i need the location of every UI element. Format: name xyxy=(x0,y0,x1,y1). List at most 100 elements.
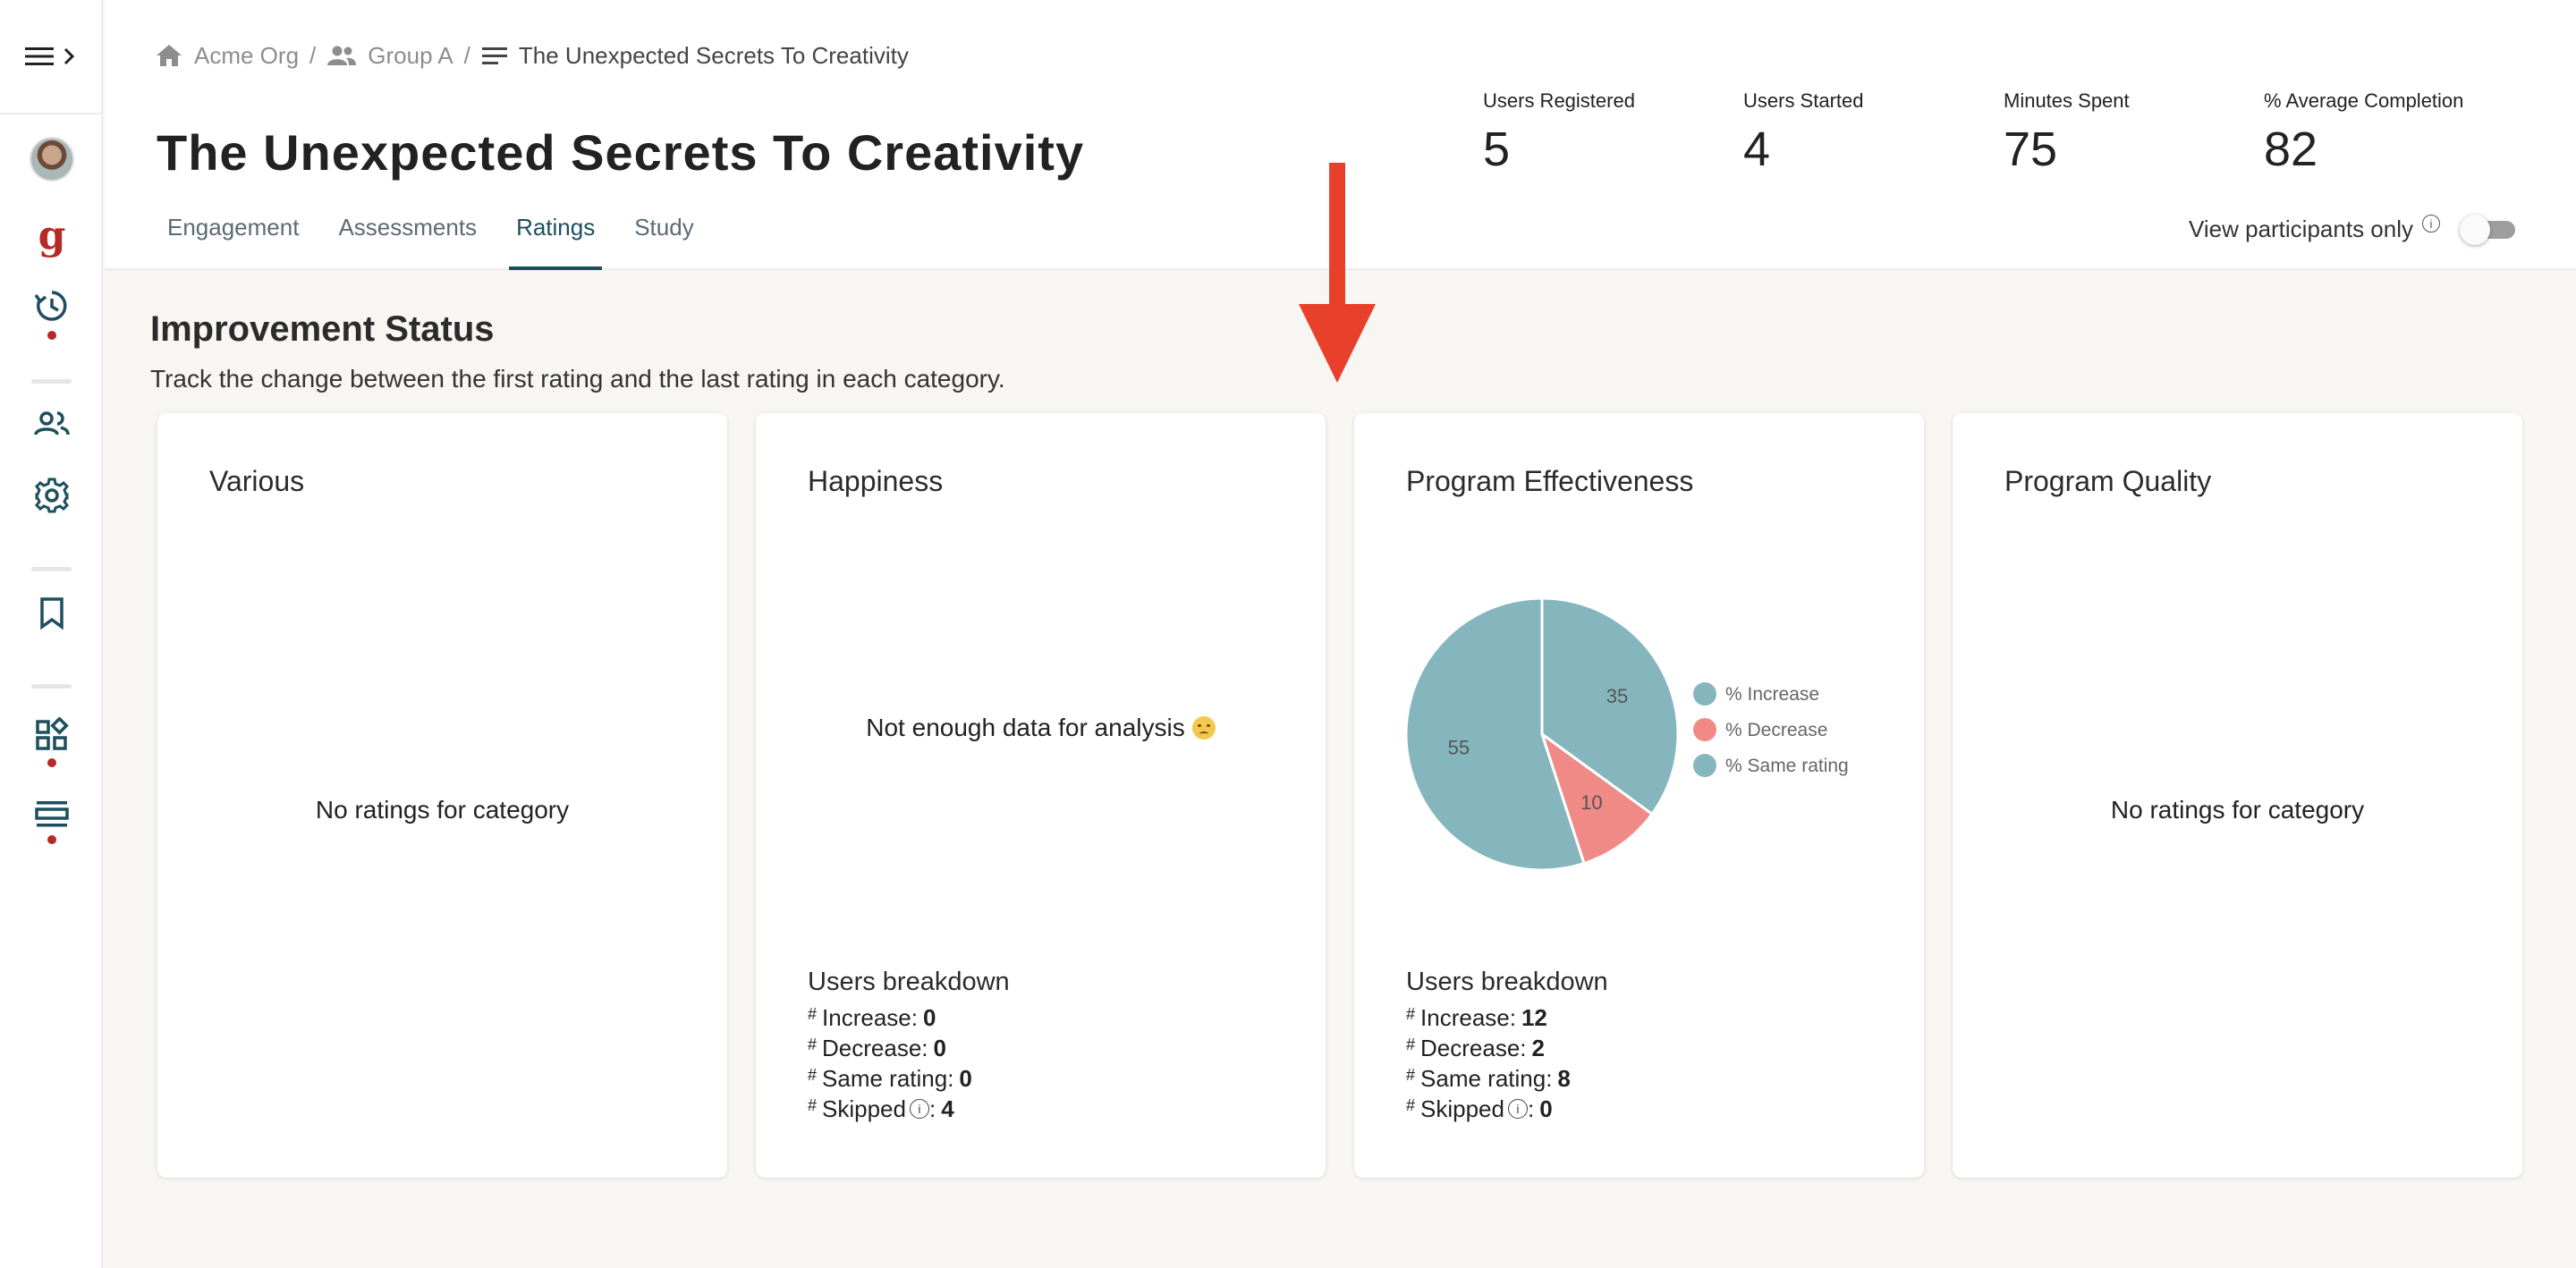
avatar xyxy=(30,137,74,182)
breakdown-label: Increase: xyxy=(1420,1003,1516,1031)
hash-mark: # xyxy=(1406,1095,1416,1114)
breakdown-same: # Same rating: 8 xyxy=(1406,1063,1608,1094)
breakdown-title: Users breakdown xyxy=(808,968,1010,996)
breadcrumb-label: The Unexpected Secrets To Creativity xyxy=(518,41,909,69)
info-icon[interactable]: i xyxy=(909,1099,929,1119)
breakdown-label: Same rating: xyxy=(822,1064,954,1092)
breakdown-title: Users breakdown xyxy=(1406,968,1608,996)
notification-dot xyxy=(47,835,56,844)
breakdown-skipped: # Skipped i:0 xyxy=(1406,1095,1553,1122)
bookmark-icon xyxy=(40,597,64,630)
breakdown-increase: # Increase: 12 xyxy=(1406,1002,1608,1033)
sidebar-item-settings[interactable] xyxy=(25,469,79,522)
empty-state-text: No ratings for category xyxy=(315,796,570,824)
list-view-icon xyxy=(35,801,69,827)
group-icon xyxy=(327,46,357,65)
annotation-arrow xyxy=(1299,163,1376,383)
legend-label[interactable]: % Same rating xyxy=(1725,756,1849,776)
info-icon[interactable]: i xyxy=(2422,215,2440,232)
svg-text:g: g xyxy=(38,216,66,258)
breakdown-label: Skipped xyxy=(822,1095,906,1122)
hash-mark: # xyxy=(1406,1065,1416,1084)
breakdown-skipped: # Skipped i:4 xyxy=(808,1095,954,1122)
sidebar-item-bookmark[interactable] xyxy=(25,587,79,640)
section-subtitle: Track the change between the first ratin… xyxy=(150,365,1005,393)
stat-label: Users Registered xyxy=(1483,89,1635,112)
breadcrumb-item-group[interactable]: Group A xyxy=(326,42,453,70)
card-title: Program Quality xyxy=(2004,465,2212,497)
hash-mark: # xyxy=(808,1095,818,1114)
empty-state-text: No ratings for category xyxy=(2110,796,2365,824)
hash-mark: # xyxy=(808,1004,818,1023)
breakdown-label: Increase: xyxy=(822,1003,918,1031)
chevron-right-icon xyxy=(64,47,75,65)
tab-assessments[interactable]: Assessments xyxy=(331,209,484,270)
breakdown-label: Same rating: xyxy=(1420,1064,1553,1092)
history-icon xyxy=(34,291,67,321)
legend-swatch xyxy=(1693,682,1716,706)
page-title: The Unexpected Secrets To Creativity xyxy=(157,124,1085,181)
no-data-text: Not enough data for analysis xyxy=(866,714,1185,741)
breakdown-value: 12 xyxy=(1521,1003,1547,1031)
stat-value: 4 xyxy=(1743,123,1771,176)
hash-mark: # xyxy=(808,1065,818,1084)
sidebar-item-history[interactable] xyxy=(25,279,79,333)
sad-face-icon xyxy=(1191,716,1216,740)
breakdown-value: 0 xyxy=(959,1064,972,1092)
category-card-happiness: Happiness Not enough data for analysis U… xyxy=(756,413,1326,1178)
sidebar-toggle-button[interactable] xyxy=(25,43,80,70)
widgets-icon xyxy=(36,717,69,750)
breakdown-value: 2 xyxy=(1531,1034,1545,1061)
stat-value: 82 xyxy=(2264,123,2318,176)
category-card-program-quality: Program Quality No ratings for category xyxy=(1953,413,2522,1178)
hash-mark: # xyxy=(1406,1035,1416,1053)
sidebar-item-list[interactable] xyxy=(25,787,79,841)
stat-value: 75 xyxy=(2004,123,2058,176)
sidebar-separator xyxy=(31,567,72,571)
menu-icon xyxy=(25,47,54,65)
breadcrumb-label: Acme Org xyxy=(194,41,300,69)
info-icon[interactable]: i xyxy=(1507,1099,1528,1119)
legend-label[interactable]: % Increase xyxy=(1725,684,1819,705)
breadcrumb-item-org[interactable]: Acme Org xyxy=(155,42,299,70)
breakdown-label: Decrease: xyxy=(1420,1034,1527,1061)
view-participants-toggle[interactable] xyxy=(2460,211,2517,247)
view-participants-label: View participants only xyxy=(2189,215,2413,242)
sidebar-item-avatar[interactable] xyxy=(25,132,79,186)
list-icon xyxy=(481,47,507,64)
breadcrumb-separator: / xyxy=(309,41,317,69)
legend-label[interactable]: % Decrease xyxy=(1725,720,1827,740)
people-icon xyxy=(34,411,70,435)
sidebar-separator xyxy=(31,684,72,689)
breakdown-same: # Same rating: 0 xyxy=(808,1063,1010,1094)
sidebar-item-widgets[interactable] xyxy=(25,708,79,762)
stat-users-started: Users Started 4 xyxy=(1743,89,2004,177)
hash-mark: # xyxy=(808,1035,818,1053)
stat-minutes-spent: Minutes Spent 75 xyxy=(2004,89,2264,177)
toggle-knob xyxy=(2460,215,2490,245)
sidebar-item-brand[interactable]: g xyxy=(25,211,79,265)
legend-swatch xyxy=(1693,754,1716,777)
breadcrumb: Acme Org / Group A / The Unexpected Secr… xyxy=(155,38,909,73)
sidebar-separator xyxy=(31,379,72,384)
sidebar-item-people[interactable] xyxy=(25,397,79,451)
stat-value: 5 xyxy=(1483,123,1511,176)
breakdown-decrease: # Decrease: 0 xyxy=(808,1033,1010,1063)
category-card-program-effectiveness: Program Effectiveness 35 10 55 % Increase % … xyxy=(1354,413,1924,1178)
no-data-message: Not enough data for analysis xyxy=(756,714,1326,742)
users-breakdown: Users breakdown # Increase: 0 # Decrease: 0 … xyxy=(808,968,1010,1124)
pie-data-label: 35 xyxy=(1606,685,1628,707)
breadcrumb-label: Group A xyxy=(368,41,453,69)
notification-dot xyxy=(47,331,56,340)
tab-study[interactable]: Study xyxy=(627,209,701,270)
sidebar-divider xyxy=(0,113,103,114)
breakdown-decrease: # Decrease: 2 xyxy=(1406,1033,1608,1063)
breakdown-value: 4 xyxy=(941,1095,954,1122)
tab-ratings[interactable]: Ratings xyxy=(509,209,603,270)
stats-summary: Users Registered 5 Users Started 4 Minut… xyxy=(1483,89,2524,177)
tab-engagement[interactable]: Engagement xyxy=(160,209,306,270)
hash-mark: # xyxy=(1406,1004,1416,1023)
pie-chart: 35 10 55 % Increase % Decrease % Same rating xyxy=(1406,596,1849,872)
breakdown-value: 0 xyxy=(922,1003,936,1031)
stat-users-registered: Users Registered 5 xyxy=(1483,89,1743,177)
